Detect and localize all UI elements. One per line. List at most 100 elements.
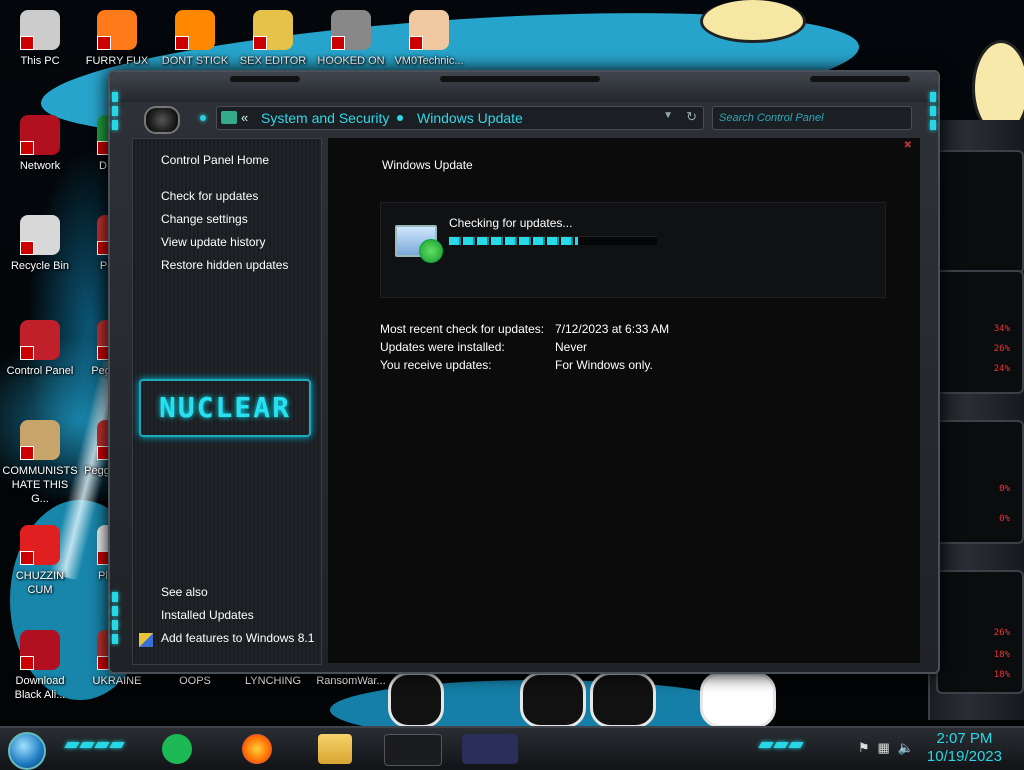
shortcut-arrow-icon [20,36,34,50]
desktop-icon-label: DONT STICK [161,55,229,67]
gadget-panel: 34% 26% 24% [936,270,1024,394]
check-for-updates-link[interactable]: Check for updates [161,189,258,203]
shortcut-arrow-icon [20,141,34,155]
navigation-bar: « System and Security Windows Update ▼ ↻ [138,104,922,134]
gadget-percent: 0% [999,514,1010,524]
detail-value: Never [555,340,588,354]
gadget-panel [936,150,1024,274]
breadcrumb-system-and-security[interactable]: System and Security [261,110,389,126]
volume-icon[interactable]: 🔈 [898,740,914,756]
gadget-percent: 26% [993,628,1010,638]
breadcrumb-windows-update[interactable]: Windows Update [417,110,523,126]
gadget-percent: 24% [993,364,1010,374]
change-settings-link[interactable]: Change settings [161,212,248,226]
system-tray: ⚑ ▦ 🔈 [858,740,914,756]
desktop-icon[interactable]: Network [2,115,78,173]
desktop-icon-label: OOPS [179,675,211,687]
desktop-icon[interactable]: This PC [2,10,78,68]
detail-row: You receive updates: For Windows only. [380,356,669,374]
desktop-icon-label: CHUZZIN CUM [15,570,65,596]
gadget-percent: 18% [993,650,1010,660]
restore-hidden-updates-link[interactable]: Restore hidden updates [161,258,288,272]
gadget-percent: 18% [993,670,1010,680]
desktop-icon-label: LYNCHING [244,675,302,687]
add-features-link[interactable]: Add features to Windows 8.1 [161,631,314,645]
desktop-icon[interactable]: VM0Technic... [391,10,467,68]
desktop-icon[interactable]: Recycle Bin [2,215,78,273]
window-icon[interactable] [462,734,518,764]
desktop-icon-label: FURRY FUX [85,55,149,67]
desktop-icon-label: Download Black Ali... [14,675,66,701]
desktop-icon[interactable]: Control Panel [2,320,78,378]
network-icon[interactable]: ▦ [878,740,890,756]
close-icon[interactable]: ✖ [904,140,912,151]
left-navigation-pane: Control Panel Home Check for updates Cha… [132,138,322,665]
desktop-icon[interactable]: COMMUNISTS HATE THIS G... [2,420,78,506]
detail-label: You receive updates: [380,358,492,372]
desktop-icon-label: This PC [20,55,60,67]
desktop-icon[interactable]: HOOKED ON [313,10,389,68]
window-side-lights [112,92,118,134]
control-panel-taskbar-button[interactable] [384,734,442,766]
firefox-icon [97,10,137,50]
refresh-arrows-icon [419,239,443,263]
taskbar-lights [64,742,125,748]
desktop-icon[interactable]: DONT STICK [157,10,233,68]
shortcut-arrow-icon [97,36,111,50]
clock-date: 10/19/2023 [926,748,1002,765]
installed-updates-link[interactable]: Installed Updates [161,608,254,622]
progress-fill [449,237,578,245]
computer-icon [20,10,60,50]
desktop-icon-label: HOOKED ON [317,55,385,67]
recycle-bin-icon [20,215,60,255]
gadget-panel: 0% 0% [936,420,1024,544]
desktop-icon[interactable]: Download Black Ali... [2,630,78,702]
control-panel-icon [20,320,60,360]
desktop-icon-label: COMMUNISTS HATE THIS G... [2,465,78,505]
control-panel-home-link[interactable]: Control Panel Home [161,153,269,167]
desktop-icon[interactable]: FURRY FUX [79,10,155,68]
taskbar-clock[interactable]: 2:07 PM 10/19/2023 [927,730,1002,766]
windows-update-window[interactable]: « System and Security Windows Update ▼ ↻… [108,70,940,674]
taskbar-lights [758,742,804,748]
window-frame-detail [810,76,910,82]
desktop-icon-label: UKRAINE [92,675,142,687]
desktop-icon[interactable]: SEX EDITOR [235,10,311,68]
wallpaper-character [700,0,806,43]
breadcrumb-back[interactable]: « [241,110,248,125]
refresh-icon[interactable]: ↻ [686,109,697,125]
system-monitor-gadget: 34% 26% 24% 0% 0% 26% 18% 18% [928,120,1024,720]
windows-update-icon [395,225,443,263]
network-globe-icon [20,630,60,670]
control-panel-icon [221,111,237,124]
wallpaper-character [520,672,586,728]
breadcrumb-separator[interactable] [397,115,403,121]
gadget-panel: 26% 18% 18% [936,570,1024,694]
gadget-percent: 0% [999,484,1010,494]
nav-indicator-dot [200,115,206,121]
desktop-icon[interactable]: CHUZZIN CUM [2,525,78,597]
address-bar[interactable]: « System and Security Windows Update ▼ ↻ [216,106,704,130]
file-explorer-icon[interactable] [318,734,352,764]
nuclear-theme-logo: NUCLEAR [139,379,311,437]
window-title-bar[interactable] [110,72,938,102]
spotify-icon[interactable] [162,734,192,764]
main-content: ✖ Windows Update Checking for updates...… [328,138,920,663]
back-forward-orb[interactable] [144,106,180,134]
windows-features-icon [139,633,153,647]
window-side-lights [930,92,936,134]
search-box[interactable] [712,106,912,130]
firefox-icon[interactable] [242,734,272,764]
search-input[interactable] [713,107,911,129]
desktop-icon-label: Control Panel [6,365,74,377]
shortcut-arrow-icon [20,446,34,460]
shortcut-arrow-icon [20,551,34,565]
chevron-down-icon[interactable]: ▼ [663,110,673,121]
hxd-icon [253,10,293,50]
shortcut-arrow-icon [175,36,189,50]
start-orb-button[interactable] [8,732,46,770]
update-details: Most recent check for updates: 7/12/2023… [380,320,669,374]
shortcut-arrow-icon [409,36,423,50]
view-update-history-link[interactable]: View update history [161,235,266,249]
action-center-flag-icon[interactable]: ⚑ [858,740,870,756]
